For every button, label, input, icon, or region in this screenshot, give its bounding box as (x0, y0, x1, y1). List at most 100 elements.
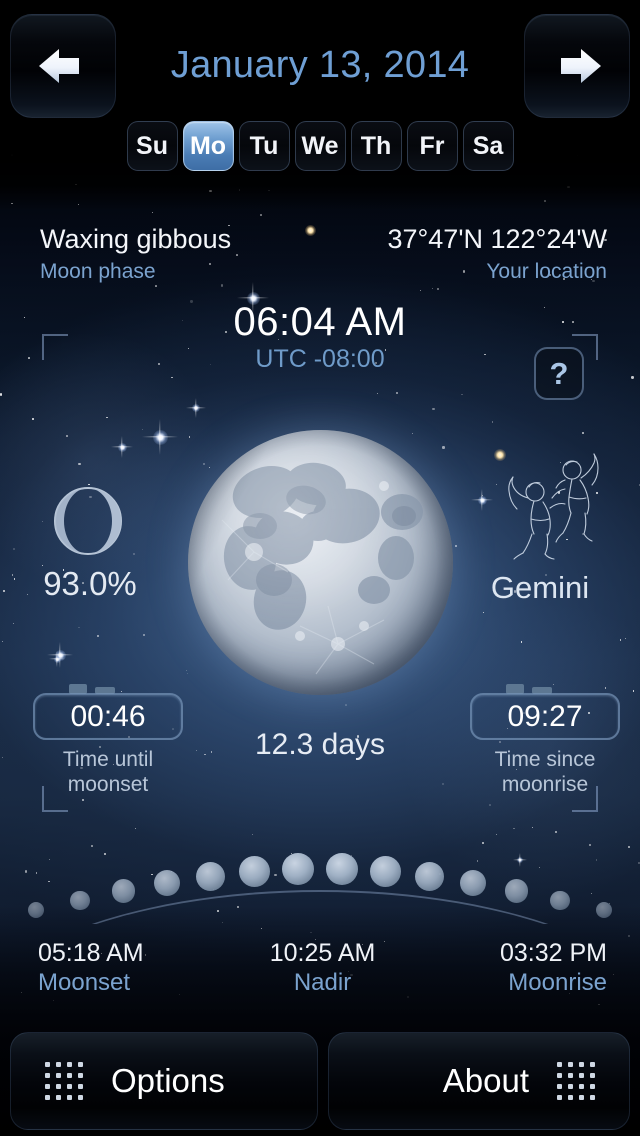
grip-dot (590, 1073, 595, 1078)
weekday-button-sa[interactable]: Sa (462, 121, 514, 171)
weekday-button-we[interactable]: We (294, 121, 346, 171)
arc-moon-marker (28, 902, 44, 919)
moonrise-timer-caption: Time since moonrise (470, 747, 620, 797)
bright-star (152, 429, 168, 445)
event-time-value: 10:25 AM (269, 939, 376, 967)
star (13, 547, 15, 550)
header: January 13, 2014 Su Mo Tu We Th Fr Sa (0, 0, 640, 180)
weekday-selector[interactable]: Su Mo Tu We Th Fr Sa (0, 121, 640, 171)
star (491, 421, 494, 423)
grip-dot (56, 1073, 61, 1078)
event-time-label: Moonrise (508, 969, 608, 996)
constellation-name: Gemini (490, 570, 590, 605)
moonrise-timer-caption-line1: Time since (494, 748, 596, 771)
moonset-timer-caption-line1: Time until (62, 748, 154, 771)
grip-dot (45, 1062, 50, 1067)
grip-dot (590, 1095, 595, 1100)
star (120, 690, 122, 693)
arc-moon-marker (69, 890, 90, 911)
grip-dot (78, 1095, 83, 1100)
arc-moon-marker (282, 853, 315, 886)
arc-moon-marker (153, 869, 181, 897)
grip-dot (67, 1062, 72, 1067)
moon-phase-icon (54, 487, 122, 555)
moonrise-timer-caption-line2: moonrise (501, 773, 589, 796)
grip-dot (78, 1073, 83, 1078)
star (32, 418, 34, 420)
star (513, 827, 515, 829)
options-button[interactable]: Options (10, 1032, 318, 1130)
grip-dots-icon (557, 1062, 595, 1100)
grip-dot (67, 1095, 72, 1100)
arc-moon-marker (325, 853, 358, 886)
star (260, 213, 262, 216)
options-button-label: Options (111, 1062, 225, 1099)
grip-dot (590, 1062, 595, 1067)
weekday-button-su[interactable]: Su (126, 121, 178, 171)
grip-dot (56, 1084, 61, 1089)
star (12, 623, 14, 624)
grip-dot (590, 1084, 595, 1089)
event-time-moonset: 05:18 AM Moonset (0, 938, 228, 998)
arc-moon-marker (196, 861, 226, 891)
star (236, 254, 239, 256)
location-info[interactable]: 37°47'N 122°24'W Your location (387, 222, 607, 286)
weekday-button-mo[interactable]: Mo (182, 121, 234, 171)
event-time-moonrise: 03:32 PM Moonrise (417, 938, 640, 998)
arc-moon-marker (504, 879, 529, 903)
grip-dot (568, 1073, 573, 1078)
moon-shading (188, 430, 453, 695)
moonrise-timer[interactable]: 09:27 Time since moonrise (470, 684, 620, 797)
grip-dot (67, 1084, 72, 1089)
current-time: 06:04 AM (233, 300, 407, 344)
grip-dot (579, 1073, 584, 1078)
frame-corner-top-right (572, 334, 598, 360)
grip-dot (78, 1084, 83, 1089)
arc-moon-marker (238, 856, 270, 887)
grip-dot (45, 1073, 50, 1078)
bottom-toolbar: Options About (0, 1026, 640, 1136)
weekday-button-th[interactable]: Th (350, 121, 402, 171)
grip-dot (579, 1084, 584, 1089)
grip-dot (579, 1062, 584, 1067)
weekday-button-tu[interactable]: Tu (238, 121, 290, 171)
star (419, 290, 421, 291)
star (134, 827, 136, 830)
star (41, 521, 43, 523)
grip-dot (56, 1095, 61, 1100)
moon-phase-app: January 13, 2014 Su Mo Tu We Th Fr Sa Waxing g… (0, 0, 640, 1136)
arc-moon-marker (459, 869, 487, 897)
event-time-label: Nadir (293, 969, 352, 996)
moonrise-timer-value[interactable]: 09:27 (470, 693, 620, 740)
star (432, 288, 434, 289)
event-times-row: 05:18 AM Moonset 10:25 AM Nadir 03:32 PM Moon… (0, 938, 640, 998)
constellation-gemini-icon (508, 453, 599, 560)
moonset-timer[interactable]: 00:46 Time until moonset (33, 684, 183, 797)
weekday-button-fr[interactable]: Fr (406, 121, 458, 171)
moon-path-arc (0, 846, 640, 924)
bright-star (304, 224, 316, 236)
star (143, 633, 146, 636)
event-time-label: Moonset (38, 969, 131, 996)
horizon-line (0, 890, 640, 924)
grip-dot (568, 1095, 573, 1100)
star (66, 435, 68, 437)
grip-dot (67, 1073, 72, 1078)
location-label: Your location (486, 260, 607, 283)
star (581, 431, 584, 434)
grip-dot (579, 1095, 584, 1100)
illumination-percent: 93.0% (43, 565, 137, 602)
arc-moon-marker (111, 879, 136, 903)
about-button[interactable]: About (328, 1032, 630, 1130)
star (631, 376, 634, 379)
grip-dot (78, 1062, 83, 1067)
moonset-timer-value[interactable]: 00:46 (33, 693, 183, 740)
moon-phase-value: Waxing gibbous (40, 224, 232, 254)
event-time-value: 05:18 AM (38, 939, 144, 967)
moon-image[interactable] (188, 430, 453, 695)
star (78, 463, 81, 466)
grip-dot (557, 1095, 562, 1100)
grip-dot (568, 1062, 573, 1067)
star (432, 408, 435, 411)
grip-dot (45, 1084, 50, 1089)
